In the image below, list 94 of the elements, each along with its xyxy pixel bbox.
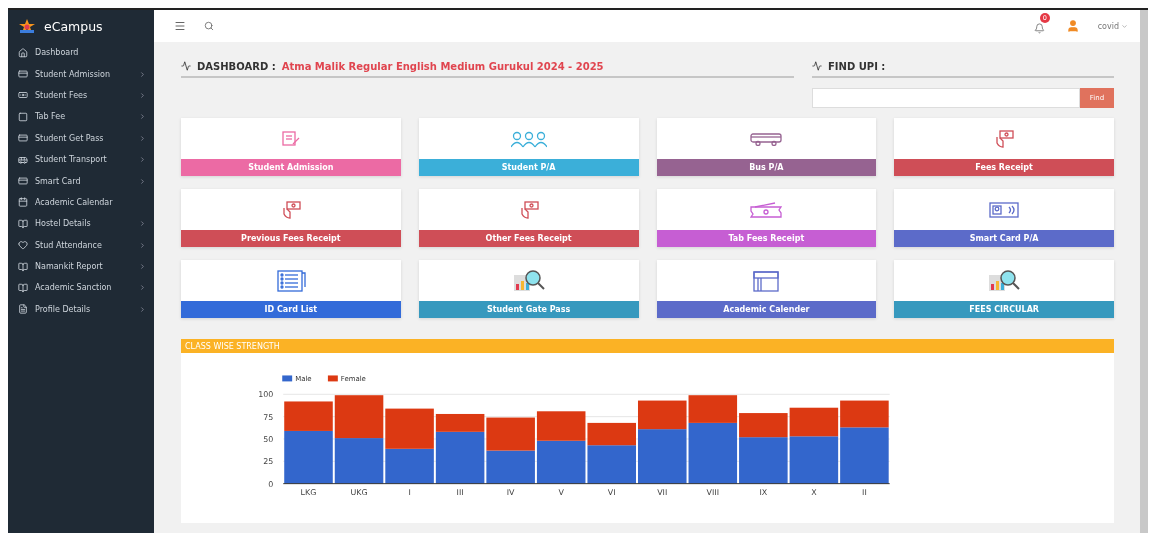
document-icon (18, 304, 28, 315)
tile-label: Student Gate Pass (418, 301, 639, 318)
school-name: Atma Malik Regular English Medium Gurukul 2024 - 2025 (281, 60, 604, 72)
sidebar-item[interactable]: Tab Fee (8, 106, 154, 128)
dashboard-tile[interactable]: FEES CIRCULAR (894, 260, 1114, 318)
hand-cash-icon (518, 199, 539, 220)
dashboard-tile[interactable]: Other Fees Receipt (418, 189, 639, 247)
y-tick-label: 75 (263, 412, 274, 422)
y-tick-label: 0 (268, 479, 274, 489)
x-tick-label: VII (657, 487, 668, 497)
tile-label: Smart Card P/A (894, 230, 1114, 247)
book-icon (18, 218, 28, 229)
tile-label: ID Card List (181, 301, 401, 318)
dashboard-tile[interactable]: Student Gate Pass (418, 260, 639, 318)
pulse-icon (181, 61, 191, 71)
card-icon (18, 69, 28, 80)
dashboard-title: DASHBOARD : (197, 60, 276, 72)
menu-icon[interactable] (174, 20, 186, 32)
list-icon (275, 268, 306, 293)
sidebar-item[interactable]: Hostel Details (8, 213, 154, 235)
bar (334, 438, 384, 484)
dashboard-tile[interactable]: Bus P/A (656, 118, 877, 176)
sidebar-item[interactable]: Profile Details (8, 298, 154, 321)
dashboard-tile[interactable]: ID Card List (181, 260, 401, 318)
tile-label: Previous Fees Receipt (181, 230, 401, 247)
form-icon (280, 129, 301, 148)
chart-magnifier-icon (511, 268, 546, 293)
x-tick-label: V (558, 487, 564, 497)
dashboard-tile[interactable]: Tab Fees Receipt (656, 189, 877, 247)
book-icon (18, 283, 28, 293)
search-icon[interactable] (204, 21, 214, 31)
panel-title: CLASS WISE STRENGTH (181, 339, 1114, 353)
sidebar-item[interactable]: Student Fees (8, 84, 154, 107)
dashboard-tile[interactable]: Previous Fees Receipt (181, 189, 401, 247)
x-tick-label: X (811, 487, 817, 497)
user-name[interactable]: covid (1097, 21, 1119, 31)
sidebar-item[interactable]: Student Get Pass (8, 127, 154, 149)
upi-input-field[interactable] (812, 88, 1080, 108)
calendar-icon (18, 197, 28, 208)
y-tick-label: 100 (258, 390, 274, 400)
sidebar-item[interactable]: Namankit Report (8, 255, 154, 278)
sidebar-item[interactable]: Dashboard (8, 42, 154, 64)
calendar-icon (752, 268, 781, 293)
dashboard-tile[interactable]: Academic Calender (656, 260, 877, 318)
sidebar-item[interactable]: Stud Attendance (8, 234, 154, 256)
book-icon (18, 261, 28, 272)
tile-label: Academic Calender (656, 301, 877, 318)
x-tick-label: II (862, 487, 867, 497)
card-icon (18, 133, 28, 144)
id-card-icon (989, 201, 1020, 218)
dashboard-tile[interactable]: Student Admission (181, 118, 401, 176)
x-tick-label: III (456, 487, 464, 497)
tile-label: Tab Fees Receipt (656, 230, 877, 247)
hand-cash-icon (280, 199, 301, 220)
y-tick-label: 25 (263, 457, 274, 467)
tile-label: Fees Receipt (894, 159, 1114, 176)
tile-label: Bus P/A (656, 159, 877, 176)
caret-icon[interactable] (1121, 22, 1128, 30)
pulse-icon (812, 61, 822, 71)
sidebar-item[interactable]: Academic Sanction (8, 277, 154, 299)
x-tick-label: I (408, 487, 411, 497)
tile-label: FEES CIRCULAR (894, 301, 1114, 318)
sidebar-item[interactable]: Academic Calendar (8, 191, 154, 214)
tile-label: Student Admission (181, 159, 401, 176)
sidebar-item[interactable]: Student Transport (8, 148, 154, 171)
banknote-icon (18, 90, 28, 101)
square-icon (18, 111, 28, 122)
brand-name: eCampus (44, 18, 103, 34)
x-tick-label: VI (607, 487, 616, 497)
bus-icon (18, 154, 28, 165)
x-tick-label: LKG (300, 487, 317, 497)
dashboard-tile[interactable]: Fees Receipt (894, 118, 1114, 176)
chart-magnifier-icon (987, 268, 1022, 293)
x-tick-label: UKG (350, 487, 368, 497)
heart-icon (18, 240, 28, 251)
find-upi-title: FIND UPI : (828, 60, 886, 72)
bell-icon[interactable] (1033, 23, 1045, 34)
bus-icon (750, 131, 783, 146)
dashboard-tile[interactable]: Student P/A (418, 118, 639, 176)
card-icon (18, 176, 28, 187)
hand-cash-icon (994, 128, 1015, 149)
sidebar-item[interactable]: Student Admission (8, 63, 154, 85)
x-tick-label: IX (759, 487, 768, 497)
logo-icon (18, 18, 36, 34)
x-tick-label: VIII (706, 487, 720, 497)
tile-label: Other Fees Receipt (418, 230, 639, 247)
y-tick-label: 50 (263, 434, 274, 444)
user-avatar-icon (1065, 19, 1080, 33)
tile-label: Student P/A (418, 159, 639, 176)
home-icon (18, 47, 28, 58)
dashboard-tile[interactable]: Smart Card P/A (894, 189, 1114, 247)
sidebar-item[interactable]: Smart Card (8, 170, 154, 192)
ticket-icon (749, 201, 784, 218)
x-tick-label: IV (506, 487, 515, 497)
